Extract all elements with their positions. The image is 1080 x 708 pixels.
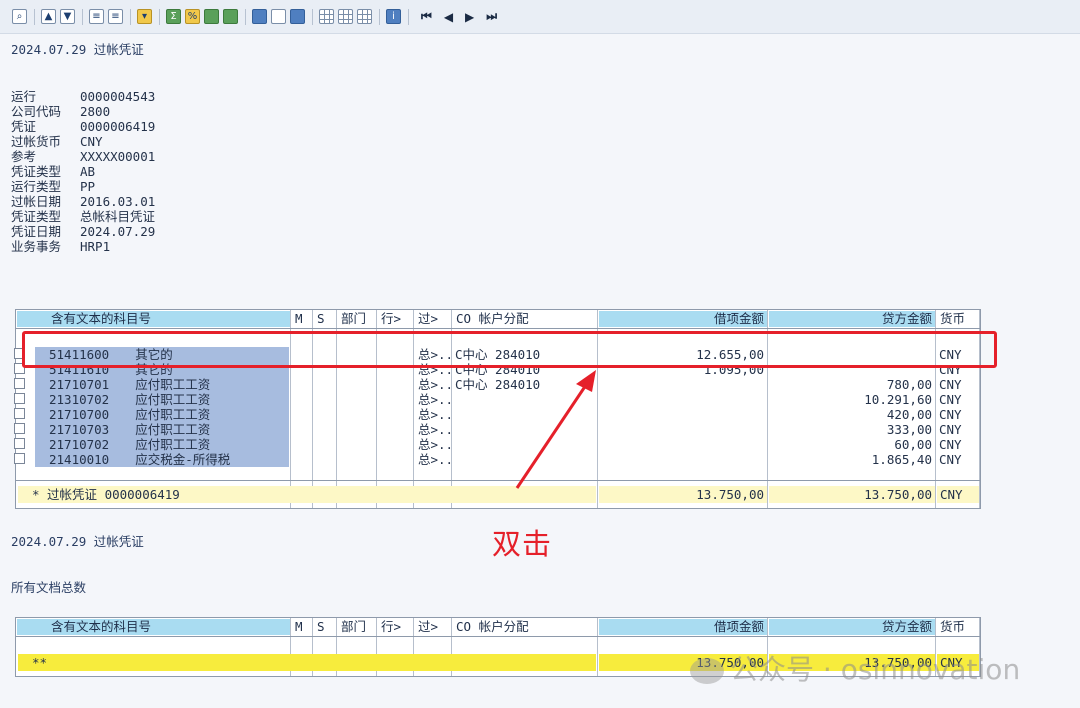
double-click-annotation: 双击 [492,527,553,561]
annotation-arrow [515,370,596,489]
column-header-account[interactable]: 含有文本的科目号 [17,619,290,635]
report-title-2: 2024.07.29 过帐凭证 [11,534,144,549]
column-header-dept[interactable]: 部门 [338,619,376,635]
column-header-s[interactable]: S [314,619,336,635]
column-header-co[interactable]: CO 帐户分配 [453,619,597,635]
column-header-currency[interactable]: 货币 [937,619,979,635]
all-documents-title: 所有文档总数 [11,580,87,595]
watermark-text: 公众号 · osinnovation [730,653,1021,686]
header-rule [16,636,980,637]
total-label: ** [18,654,596,671]
column-header-debit[interactable]: 借项金额 [599,619,767,635]
column-header-credit[interactable]: 贷方金额 [769,619,935,635]
column-header-line[interactable]: 行> [378,619,413,635]
wechat-icon [690,658,724,684]
column-header-m[interactable]: M [292,619,312,635]
column-header-post[interactable]: 过> [415,619,451,635]
watermark: 公众号 · osinnovation [690,648,1020,688]
